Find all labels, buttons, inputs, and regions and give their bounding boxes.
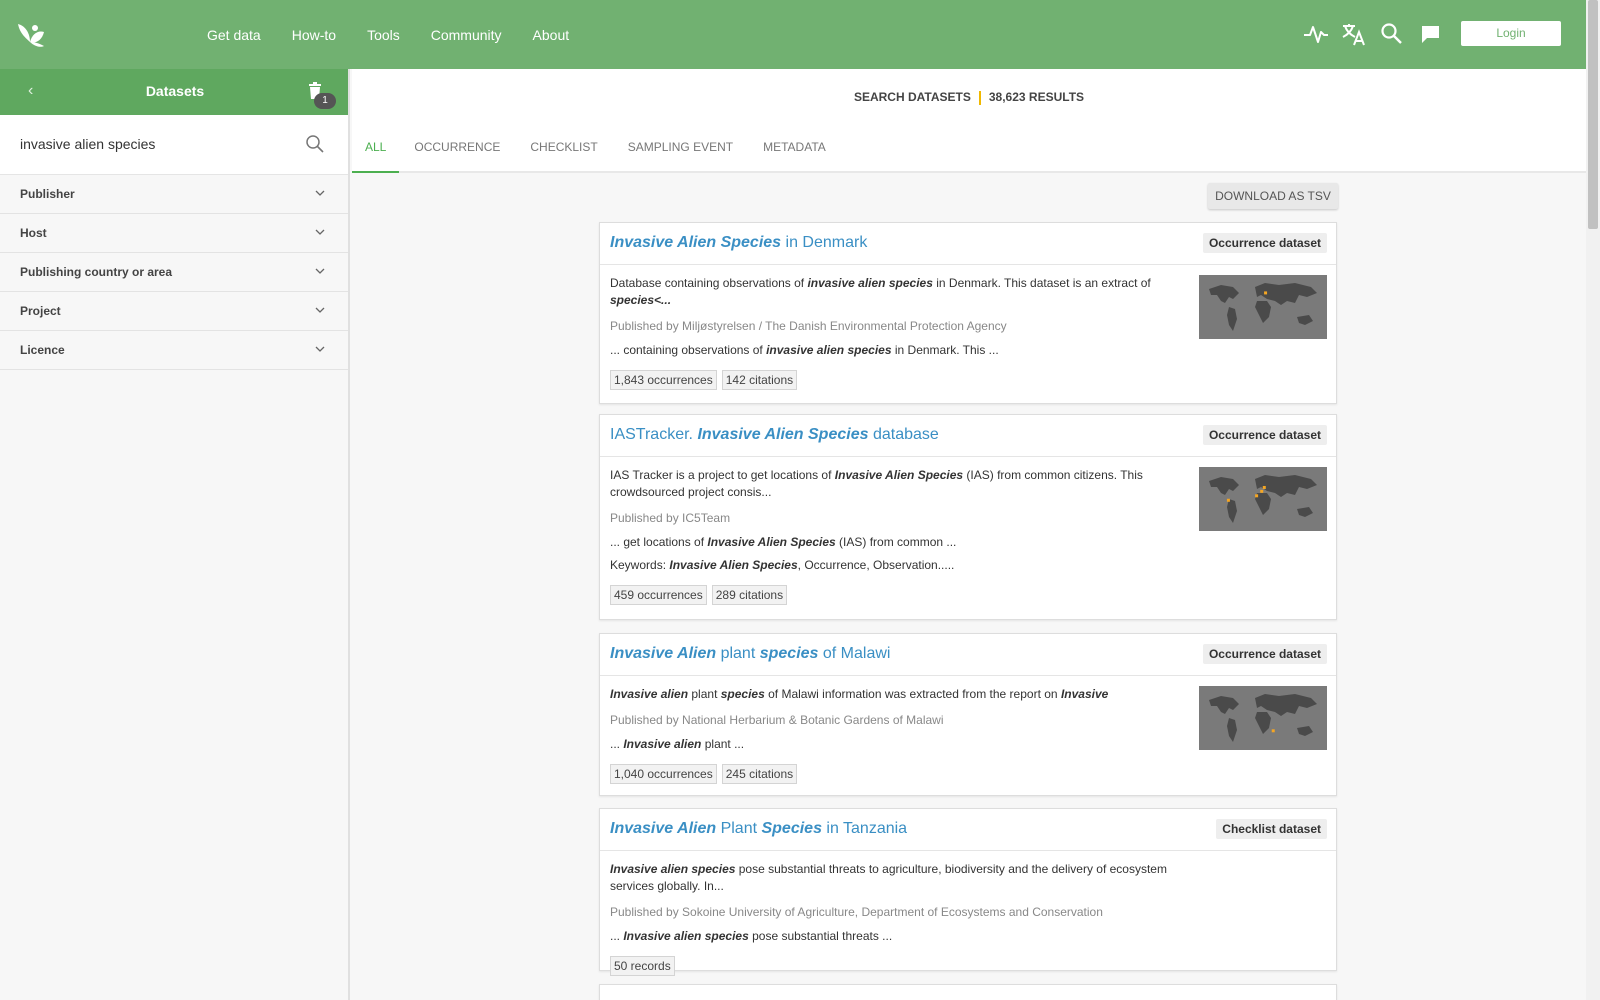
download-tsv-button[interactable]: DOWNLOAD AS TSV: [1208, 183, 1338, 209]
dataset-description: Database containing observations of inva…: [610, 276, 1151, 307]
count-chip: 289 citations: [711, 585, 788, 605]
chevron-down-icon: [315, 229, 325, 235]
results-count: 38,623 RESULTS: [988, 90, 1085, 104]
facet-host[interactable]: Host: [0, 214, 348, 253]
dataset-title-link[interactable]: IASTracker. Invasive Alien Species datab…: [610, 426, 939, 444]
top-navigation-bar: Get data How-to Tools Community About Lo…: [0, 0, 1586, 69]
results-header: SEARCH DATASETS 38,623 RESULTS ALL OCCURR…: [352, 69, 1586, 173]
nav-community[interactable]: Community: [431, 27, 502, 43]
facet-publishing-country[interactable]: Publishing country or area: [0, 253, 348, 292]
search-label: SEARCH DATASETS: [853, 90, 971, 104]
card-header: Invasive Alien Species in Denmark Occurre…: [600, 223, 1336, 265]
publisher-line: Published by Sokoine University of Agric…: [610, 905, 1103, 919]
card-header: IASTracker. Invasive Alien Species datab…: [600, 415, 1336, 457]
facet-label: Project: [20, 304, 61, 318]
dataset-card[interactable]: IASTracker. Invasive Alien Species datab…: [599, 414, 1337, 620]
dataset-description: Invasive alien species pose substantial …: [610, 862, 1167, 893]
gbif-logo-icon[interactable]: [14, 20, 46, 50]
facet-label: Host: [20, 226, 47, 240]
dataset-type-badge: Occurrence dataset: [1202, 425, 1327, 445]
occurrence-dot: [1226, 498, 1230, 502]
count-chip: 50 records: [610, 956, 675, 976]
dataset-type-badge: Occurrence dataset: [1202, 233, 1327, 253]
count-chips: 1,040 occurrences 245 citations: [610, 764, 1326, 784]
results-summary: SEARCH DATASETS 38,623 RESULTS: [352, 90, 1586, 105]
dataset-card[interactable]: Invasive Alien plant species of Malawi Oc…: [599, 633, 1337, 796]
chevron-down-icon: [315, 190, 325, 196]
nav-get-data[interactable]: Get data: [207, 27, 261, 43]
count-chips: 50 records: [610, 956, 1326, 976]
login-button[interactable]: Login: [1461, 21, 1561, 46]
count-chip: 245 citations: [721, 764, 798, 784]
dataset-title-link[interactable]: Invasive Alien plant species of Malawi: [610, 645, 890, 663]
dataset-title-link[interactable]: Invasive Alien Species in Denmark: [610, 234, 867, 252]
dataset-type-badge: Occurrence dataset: [1202, 644, 1327, 664]
occurrence-dot: [1262, 485, 1266, 489]
count-chips: 1,843 occurrences 142 citations: [610, 370, 1326, 390]
chevron-down-icon: [315, 346, 325, 352]
dataset-description: Invasive alien plant species of Malawi i…: [610, 687, 1109, 701]
main-nav: Get data How-to Tools Community About: [207, 0, 600, 69]
nav-about[interactable]: About: [533, 27, 570, 43]
tab-sampling-event[interactable]: SAMPLING EVENT: [613, 127, 748, 173]
search-icon[interactable]: [305, 134, 325, 154]
card-body: Database containing observations of inva…: [600, 265, 1336, 400]
occurrence-dot: [1271, 729, 1275, 733]
nav-how-to[interactable]: How-to: [292, 27, 336, 43]
chevron-down-icon: [315, 307, 325, 313]
dataset-title-link[interactable]: Invasive Alien Plant Species in Tanzania: [610, 820, 907, 838]
occurrence-map-thumbnail[interactable]: [1199, 275, 1327, 339]
facet-label: Licence: [20, 343, 65, 357]
tab-checklist[interactable]: CHECKLIST: [515, 127, 612, 173]
search-snippet: ... get locations of Invasive Alien Spec…: [610, 535, 957, 549]
tab-all[interactable]: ALL: [352, 127, 400, 173]
search-snippet: ... containing observations of invasive …: [610, 343, 999, 357]
search-input[interactable]: [20, 133, 290, 155]
search-icon[interactable]: [1379, 21, 1405, 47]
count-chip: 1,040 occurrences: [610, 764, 717, 784]
occurrence-dot: [1260, 489, 1264, 493]
facet-label: Publisher: [20, 187, 75, 201]
card-header: Invasive Alien plant species of Malawi Oc…: [600, 634, 1336, 676]
count-chips: 459 occurrences 289 citations: [610, 585, 1326, 605]
translate-icon[interactable]: [1341, 21, 1367, 47]
count-chip: 142 citations: [721, 370, 798, 390]
page-scrollbar[interactable]: [1586, 0, 1600, 1000]
occurrence-dot: [1264, 291, 1268, 295]
chat-icon[interactable]: [1418, 21, 1444, 47]
chevron-down-icon: [315, 268, 325, 274]
scrollbar-thumb[interactable]: [1588, 0, 1598, 229]
sidebar-title: Datasets: [145, 83, 205, 99]
card-body: IAS Tracker is a project to get location…: [600, 457, 1336, 615]
sidebar-header: ‹ Datasets 1: [0, 69, 348, 115]
occurrence-dot: [1255, 494, 1259, 498]
dataset-type-badge: Checklist dataset: [1216, 819, 1327, 839]
facet-project[interactable]: Project: [0, 292, 348, 331]
facet-licence[interactable]: Licence: [0, 331, 348, 370]
tab-metadata[interactable]: METADATA: [748, 127, 841, 173]
dataset-description: IAS Tracker is a project to get location…: [610, 468, 1143, 499]
card-body: Invasive alien plant species of Malawi i…: [600, 676, 1336, 794]
count-chip: 459 occurrences: [610, 585, 707, 605]
search-snippet: ... Invasive alien species pose substant…: [610, 929, 893, 943]
card-body: Invasive alien species pose substantial …: [600, 851, 1336, 986]
dataset-type-tabs: ALL OCCURRENCE CHECKLIST SAMPLING EVENT …: [352, 127, 841, 173]
results-main: SEARCH DATASETS 38,623 RESULTS ALL OCCURR…: [352, 69, 1586, 1000]
tab-occurrence[interactable]: OCCURRENCE: [399, 127, 515, 173]
activity-icon[interactable]: [1303, 21, 1329, 47]
keywords-line: Keywords: Invasive Alien Species, Occurr…: [610, 558, 955, 572]
dataset-card[interactable]: Invasive Alien Plant Species in Tanzania…: [599, 808, 1337, 976]
dataset-card[interactable]: Invasive Alien Species in Denmark Occurre…: [599, 222, 1337, 404]
dataset-card-partial[interactable]: [599, 984, 1337, 1000]
card-header: Invasive Alien Plant Species in Tanzania…: [600, 809, 1336, 851]
filter-sidebar: ‹ Datasets 1 Publisher Host Publishing c…: [0, 69, 350, 1000]
occurrence-map-thumbnail[interactable]: [1199, 686, 1327, 750]
facet-label: Publishing country or area: [20, 265, 173, 279]
nav-tools[interactable]: Tools: [367, 27, 400, 43]
sidebar-search: [0, 115, 348, 175]
facet-publisher[interactable]: Publisher: [0, 175, 348, 214]
filter-count-badge: 1: [314, 93, 336, 109]
count-chip: 1,843 occurrences: [610, 370, 717, 390]
occurrence-map-thumbnail[interactable]: [1199, 467, 1327, 531]
